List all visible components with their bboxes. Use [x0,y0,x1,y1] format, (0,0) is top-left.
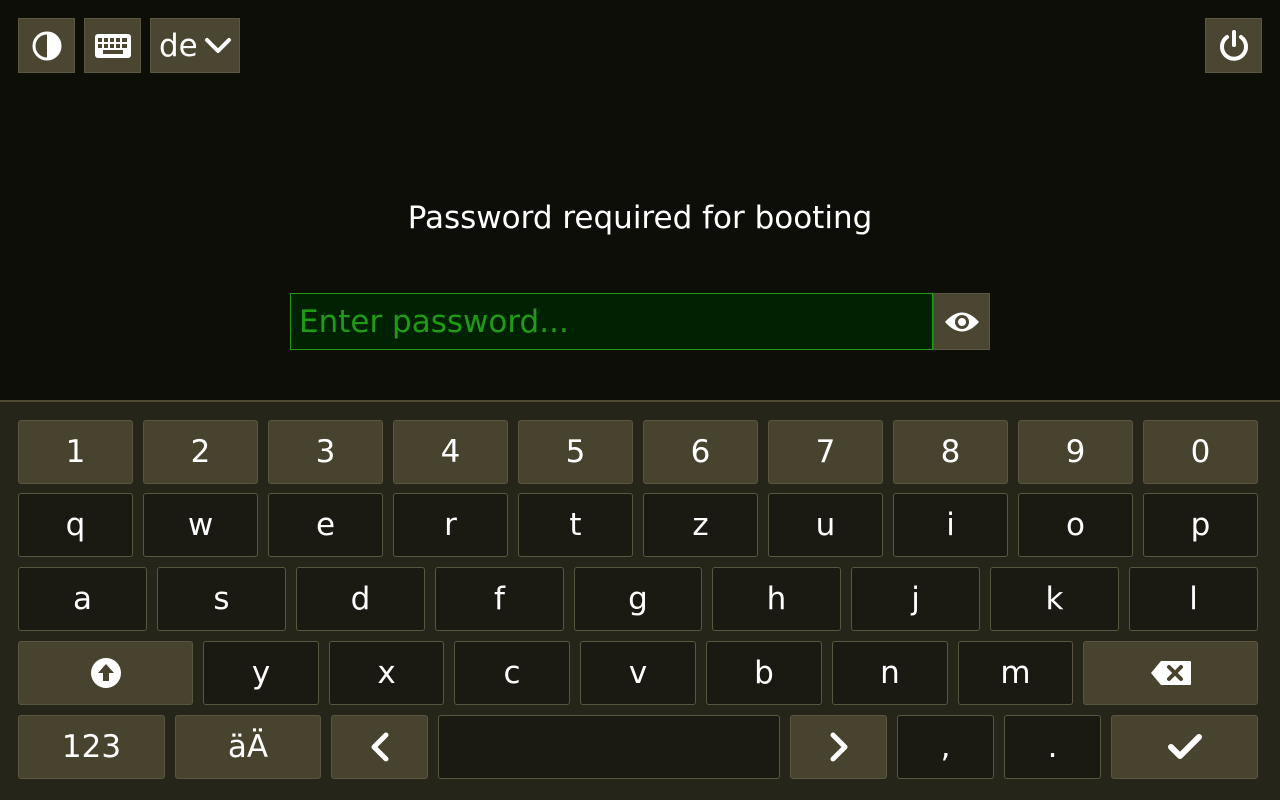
backspace-icon [1150,661,1191,685]
key-u[interactable]: u [768,493,883,557]
keyboard-icon [94,33,131,58]
key-s[interactable]: s [157,567,286,631]
key-g[interactable]: g [574,567,702,631]
key-f[interactable]: f [435,567,564,631]
key-l[interactable]: l [1129,567,1258,631]
key-numbers-mode[interactable]: 123 [18,715,165,779]
key-space[interactable] [438,715,780,779]
key-comma[interactable]: , [897,715,994,779]
key-backspace[interactable] [1083,641,1258,705]
theme-toggle-button[interactable] [18,18,75,73]
key-k[interactable]: k [990,567,1119,631]
shift-arrow-icon [90,658,121,688]
keyboard-toggle-button[interactable] [84,18,141,73]
key-a[interactable]: a [18,567,147,631]
key-z[interactable]: z [643,493,758,557]
eye-icon [944,312,979,331]
key-4[interactable]: 4 [393,420,508,484]
keyboard-layout-dropdown[interactable]: de [150,18,240,73]
key-period[interactable]: . [1004,715,1101,779]
key-q[interactable]: q [18,493,133,557]
key-v[interactable]: v [580,641,696,705]
key-1[interactable]: 1 [18,420,133,484]
checkmark-icon [1167,734,1202,759]
key-5[interactable]: 5 [518,420,633,484]
power-button[interactable] [1205,18,1262,73]
key-n[interactable]: n [832,641,948,705]
key-cursor-right[interactable] [790,715,887,779]
top-bar: de [0,0,1280,90]
key-x[interactable]: x [329,641,444,705]
key-t[interactable]: t [518,493,633,557]
key-umlaut-mode[interactable]: äÄ [175,715,321,779]
key-w[interactable]: w [143,493,258,557]
key-6[interactable]: 6 [643,420,758,484]
contrast-icon [32,31,61,60]
password-input[interactable]: Enter password... [290,293,933,350]
key-o[interactable]: o [1018,493,1133,557]
key-r[interactable]: r [393,493,508,557]
key-b[interactable]: b [706,641,822,705]
key-2[interactable]: 2 [143,420,258,484]
key-c[interactable]: c [454,641,570,705]
key-y[interactable]: y [203,641,319,705]
key-3[interactable]: 3 [268,420,383,484]
key-shift[interactable] [18,641,193,705]
key-m[interactable]: m [958,641,1073,705]
chevron-down-icon [204,37,231,53]
key-e[interactable]: e [268,493,383,557]
password-prompt: Password required for booting [407,200,873,236]
key-d[interactable]: d [296,567,425,631]
chevron-left-icon [371,732,388,762]
key-cursor-left[interactable] [331,715,428,779]
key-h[interactable]: h [712,567,841,631]
key-0[interactable]: 0 [1143,420,1258,484]
password-placeholder: Enter password... [299,303,569,340]
key-p[interactable]: p [1143,493,1258,557]
show-password-button[interactable] [933,293,990,350]
key-7[interactable]: 7 [768,420,883,484]
chevron-right-icon [830,732,847,762]
key-8[interactable]: 8 [893,420,1008,484]
key-enter[interactable] [1111,715,1258,779]
on-screen-keyboard: 1 2 3 4 5 6 7 8 9 0 q w e r t z u i o p … [0,400,1280,800]
power-icon [1219,29,1248,61]
key-9[interactable]: 9 [1018,420,1133,484]
key-j[interactable]: j [851,567,980,631]
key-i[interactable]: i [893,493,1008,557]
layout-label: de [159,27,198,64]
